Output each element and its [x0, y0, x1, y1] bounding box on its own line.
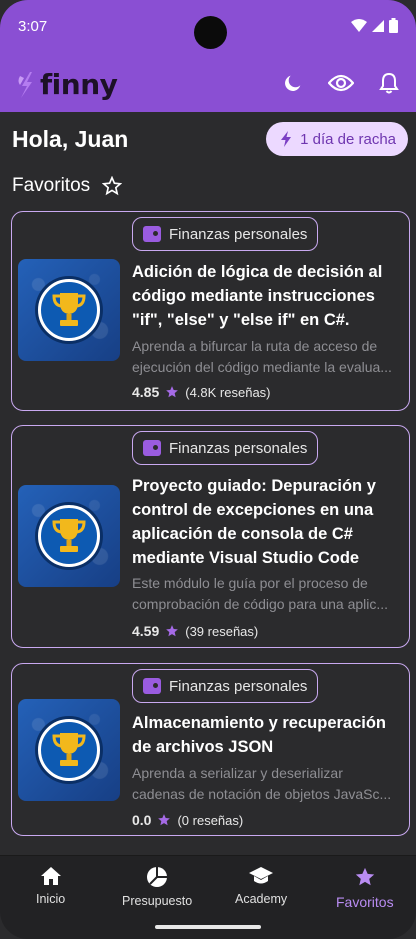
streak-label: 1 día de racha [300, 130, 396, 148]
front-camera [194, 16, 227, 49]
star-outline-icon [102, 176, 123, 196]
course-title-line: Adición de lógica de decisión al [132, 263, 383, 281]
bolt-icon [281, 131, 292, 147]
nav-item-academy[interactable]: Academy [235, 866, 287, 906]
course-title-line: de archivos JSON [132, 738, 274, 756]
trophy-badge [38, 279, 100, 341]
greeting-title: Hola, Juan [12, 126, 129, 152]
star-icon [355, 867, 374, 886]
star-icon [166, 386, 179, 398]
moon-icon [285, 75, 301, 91]
course-title: Almacenamiento y recuperación de archivo… [132, 711, 400, 759]
trophy-badge [38, 505, 100, 567]
course-rating: 0.0 (0 reseñas) [132, 812, 243, 828]
rating-reviews: (0 reseñas) [177, 812, 244, 828]
rating-score: 4.59 [132, 623, 160, 639]
course-description-line: Este módulo le guía por el proceso de [132, 575, 368, 591]
status-icons [351, 18, 398, 33]
trophy-badge [38, 719, 100, 781]
trophy-icon [52, 293, 86, 326]
favorites-heading: Favoritos [12, 175, 91, 196]
eye-icon [328, 74, 354, 92]
course-title: Proyecto guiado: Depuración y control de… [132, 474, 400, 570]
app-header: 3:07 finny [0, 0, 416, 112]
course-rating: 4.85 (4.8K reseñas) [132, 384, 271, 400]
course-title-line: Proyecto guiado: Depuración y [132, 477, 376, 495]
finny-logo-mark [18, 71, 32, 98]
course-title-line: Almacenamiento y recuperación [132, 714, 387, 732]
wallet-icon [143, 678, 161, 694]
course-thumbnail [18, 699, 120, 801]
course-thumbnail [18, 259, 120, 361]
graduation-cap-icon [249, 867, 274, 884]
course-title-line: aplicación de consola de C# [132, 525, 353, 543]
wallet-icon [143, 440, 161, 456]
rating-reviews: (4.8K reseñas) [185, 384, 271, 400]
nav-label: Presupuesto [122, 894, 193, 908]
course-title-line: mediante Visual Studio Code [132, 549, 360, 567]
course-title: Adición de lógica de decisión al código … [132, 260, 400, 332]
wifi-icon [351, 18, 367, 32]
nav-item-favoritos[interactable]: Favoritos [336, 866, 394, 910]
battery-icon [389, 18, 398, 33]
trophy-icon [52, 519, 86, 552]
category-chip[interactable]: Finanzas personales [132, 669, 319, 703]
rating-score: 4.85 [132, 384, 160, 400]
category-chip[interactable]: Finanzas personales [132, 217, 319, 251]
course-thumbnail [18, 485, 120, 587]
category-label: Finanzas personales [169, 439, 308, 457]
nav-item-inicio[interactable]: Inicio [36, 866, 65, 906]
star-icon [166, 625, 179, 637]
home-icon [40, 867, 61, 885]
course-description-line: Aprenda a bifurcar la ruta de acceso de [132, 338, 378, 354]
star-icon [158, 814, 171, 826]
course-description-line: Aprenda a serializar y deserializar [132, 765, 343, 781]
course-card[interactable]: Finanzas personales Almacenamiento y rec… [11, 663, 410, 836]
app-screen: 3:07 finny Hola, Juan 1 día de racha Fav… [0, 0, 416, 939]
bell-icon [379, 72, 399, 94]
course-title-line: "if", "else" y "else if" en C#. [132, 311, 350, 329]
category-chip[interactable]: Finanzas personales [132, 431, 319, 465]
signal-icon [372, 19, 384, 32]
course-description-line: comprobación de código para una aplic... [132, 596, 389, 612]
course-description-line: ejecución del código mediante la evalua.… [132, 359, 392, 375]
course-description: Este módulo le guía por el proceso de co… [132, 573, 402, 615]
nav-label: Inicio [36, 892, 66, 906]
dark-mode-button[interactable] [280, 70, 306, 96]
category-label: Finanzas personales [169, 225, 308, 243]
course-card[interactable]: Finanzas personales Adición de lógica de… [11, 211, 410, 411]
course-title-line: control de excepciones en una [132, 501, 374, 519]
wallet-icon [143, 226, 161, 242]
home-indicator[interactable] [155, 925, 261, 929]
notifications-button[interactable] [376, 70, 402, 96]
rating-reviews: (39 reseñas) [185, 623, 259, 639]
rating-score: 0.0 [132, 812, 152, 828]
nav-item-presupuesto[interactable]: Presupuesto [122, 866, 192, 908]
streak-badge[interactable]: 1 día de racha [266, 122, 408, 156]
appbar-actions [280, 70, 402, 96]
nav-label: Academy [235, 892, 288, 906]
finny-logo: finny [16, 68, 118, 101]
pie-chart-icon [147, 867, 168, 887]
brand-name: finny [40, 68, 118, 101]
trophy-icon [52, 733, 86, 766]
favorites-section-title: Favoritos [12, 175, 123, 197]
visibility-button[interactable] [328, 70, 354, 96]
course-card[interactable]: Finanzas personales Proyecto guiado: Dep… [11, 425, 410, 648]
course-description: Aprenda a serializar y deserializar cade… [132, 763, 402, 805]
course-description: Aprenda a bifurcar la ruta de acceso de … [132, 336, 402, 378]
status-time: 3:07 [18, 18, 48, 35]
category-label: Finanzas personales [169, 677, 308, 695]
course-description-line: cadenas de notación de objetos JavaSc... [132, 786, 392, 802]
course-title-line: código mediante instrucciones [132, 287, 375, 305]
nav-label: Favoritos [336, 894, 394, 910]
course-rating: 4.59 (39 reseñas) [132, 623, 258, 639]
